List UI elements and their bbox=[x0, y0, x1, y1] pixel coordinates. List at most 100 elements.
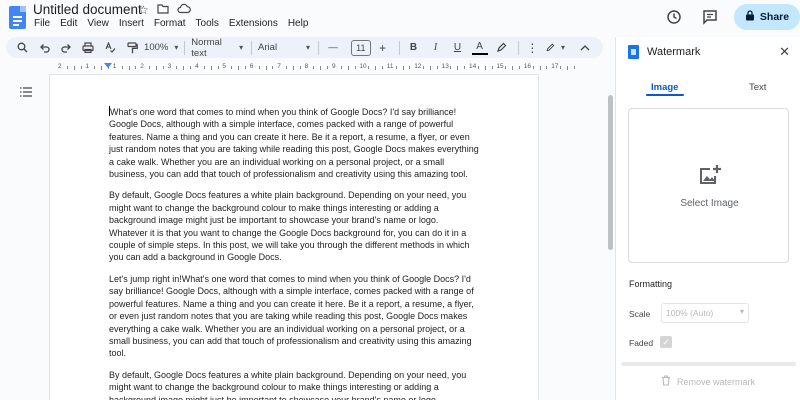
editing-mode-icon[interactable] bbox=[546, 39, 565, 57]
ruler-tick bbox=[272, 66, 274, 69]
document-outline-icon[interactable] bbox=[20, 86, 32, 100]
star-icon[interactable]: ☆ bbox=[138, 3, 149, 17]
menu-file[interactable]: File bbox=[34, 18, 50, 29]
search-menus-icon[interactable] bbox=[14, 39, 30, 57]
font-select[interactable]: Arial bbox=[258, 39, 310, 57]
menu-tools[interactable]: Tools bbox=[196, 18, 219, 29]
ruler-number: 11 bbox=[386, 63, 394, 70]
ruler-number: 2 bbox=[140, 63, 144, 70]
ruler-tick bbox=[286, 66, 288, 69]
highlight-icon[interactable] bbox=[494, 39, 510, 57]
ruler-tick bbox=[258, 66, 260, 69]
text-color-button[interactable]: A bbox=[471, 41, 488, 55]
scale-select[interactable]: 100% (Auto) bbox=[661, 303, 749, 323]
comments-icon[interactable] bbox=[698, 5, 722, 29]
menu-view[interactable]: View bbox=[87, 18, 109, 29]
ruler-tick bbox=[238, 66, 240, 70]
ruler-tick bbox=[155, 66, 157, 70]
ruler-tick bbox=[402, 66, 404, 70]
redo-icon[interactable] bbox=[58, 39, 74, 57]
cloud-status-icon[interactable] bbox=[177, 3, 191, 17]
ruler-tick bbox=[368, 66, 370, 69]
ruler-tick bbox=[265, 66, 267, 70]
ruler-tick bbox=[231, 66, 233, 69]
ruler-tick bbox=[101, 66, 103, 70]
ruler-tick bbox=[518, 66, 520, 69]
menu-extensions[interactable]: Extensions bbox=[229, 18, 278, 29]
document-body[interactable]: What's one word that comes to mind when … bbox=[109, 106, 479, 400]
ruler-tick bbox=[484, 66, 486, 70]
panel-scrollbar[interactable] bbox=[621, 362, 796, 366]
close-icon[interactable]: ✕ bbox=[779, 44, 790, 60]
ruler-tick bbox=[313, 66, 315, 69]
paint-format-icon[interactable] bbox=[124, 39, 140, 57]
ruler-tick bbox=[244, 66, 246, 69]
document-page[interactable]: What's one word that comes to mind when … bbox=[50, 75, 538, 400]
ruler-number: 15 bbox=[496, 63, 504, 70]
panel-header: Watermark bbox=[628, 45, 700, 59]
left-indent-marker[interactable] bbox=[104, 63, 112, 68]
add-image-icon bbox=[698, 163, 722, 187]
toolbar-divider bbox=[251, 40, 253, 55]
zoom-select[interactable]: 100% bbox=[144, 39, 176, 57]
faded-checkbox[interactable]: ✓ bbox=[660, 336, 672, 348]
move-folder-icon[interactable] bbox=[157, 3, 169, 17]
decrease-font-size-button[interactable]: — bbox=[325, 39, 341, 57]
undo-icon[interactable] bbox=[36, 39, 52, 57]
panel-title: Watermark bbox=[647, 46, 701, 58]
toolbar-divider bbox=[318, 40, 319, 55]
ruler-tick bbox=[429, 66, 431, 70]
select-image-area[interactable]: Select Image bbox=[628, 108, 789, 263]
ruler-tick bbox=[176, 66, 178, 69]
tab-text[interactable]: Text bbox=[749, 82, 766, 93]
ruler-tick bbox=[347, 66, 349, 70]
horizontal-ruler[interactable]: 2 1 1 2 3 4 5 6 7 8 9 10 11 12 13 14 15 16 17 bbox=[46, 62, 603, 74]
ruler-number: 14 bbox=[469, 63, 477, 70]
paragraph: Let's jump right in!What's one word that… bbox=[109, 273, 474, 359]
document-title[interactable]: Untitled document bbox=[33, 2, 142, 17]
ruler-tick bbox=[381, 66, 383, 69]
menu-edit[interactable]: Edit bbox=[60, 18, 77, 29]
paragraph: What's one word that comes to mind when … bbox=[109, 106, 479, 180]
ruler-tick bbox=[190, 66, 192, 69]
ruler-number: 10 bbox=[359, 63, 367, 70]
docs-logo-icon[interactable] bbox=[9, 6, 26, 29]
ruler-tick bbox=[217, 66, 219, 69]
faded-label: Faded bbox=[629, 338, 654, 348]
ruler-tick bbox=[73, 66, 75, 70]
menu-format[interactable]: Format bbox=[154, 18, 186, 29]
underline-button[interactable]: U bbox=[450, 39, 466, 57]
remove-watermark-label: Remove watermark bbox=[677, 376, 756, 387]
print-icon[interactable] bbox=[80, 39, 96, 57]
watermark-icon bbox=[628, 45, 639, 59]
toolbar: 100% Normal text Arial — 11 + B I U A ⋮ bbox=[6, 37, 603, 59]
more-options-icon[interactable]: ⋮ bbox=[524, 39, 540, 57]
spellcheck-icon[interactable] bbox=[102, 39, 118, 57]
ruler-tick bbox=[532, 66, 534, 69]
font-size-input[interactable]: 11 bbox=[350, 39, 371, 56]
style-select[interactable]: Normal text bbox=[191, 37, 243, 59]
ruler-tick bbox=[210, 66, 212, 70]
ruler-number: 9 bbox=[332, 63, 336, 70]
italic-button[interactable]: I bbox=[428, 39, 444, 57]
collapse-toolbar-icon[interactable] bbox=[577, 39, 593, 57]
tab-image[interactable]: Image bbox=[651, 82, 678, 93]
ruler-number: 13 bbox=[441, 63, 449, 70]
ruler-tick bbox=[94, 66, 96, 69]
version-history-icon[interactable] bbox=[662, 5, 686, 29]
ruler-tick bbox=[546, 66, 548, 69]
share-button[interactable]: Share bbox=[734, 4, 800, 30]
ruler-tick bbox=[560, 66, 562, 69]
ruler-tick bbox=[320, 66, 322, 70]
increase-font-size-button[interactable]: + bbox=[375, 39, 391, 57]
ruler-tick bbox=[457, 66, 459, 70]
remove-watermark-button[interactable]: Remove watermark bbox=[661, 375, 755, 388]
document-scrollbar-thumb[interactable] bbox=[608, 95, 613, 250]
ruler-tick bbox=[80, 66, 82, 69]
ruler-number: 17 bbox=[551, 63, 559, 70]
ruler-tick bbox=[162, 66, 164, 69]
bold-button[interactable]: B bbox=[406, 39, 422, 57]
ruler-number: 8 bbox=[304, 63, 309, 70]
menu-insert[interactable]: Insert bbox=[119, 18, 144, 29]
menu-help[interactable]: Help bbox=[288, 18, 309, 29]
